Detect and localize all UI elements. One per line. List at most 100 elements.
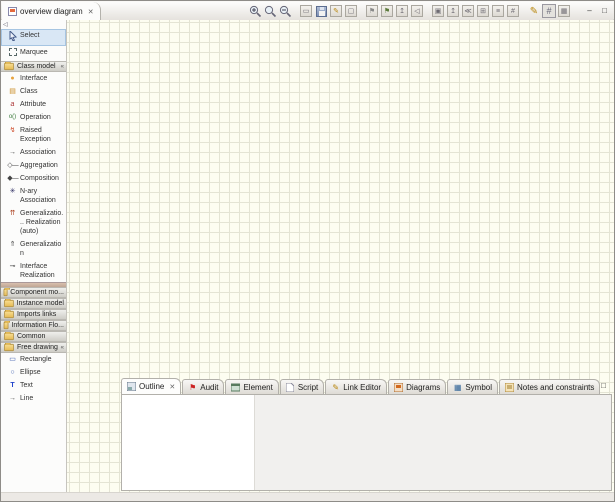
zoom-actual-button[interactable]	[263, 4, 277, 18]
grid-button[interactable]: #	[506, 4, 520, 18]
palette-tool-marquee[interactable]: Marquee	[1, 46, 66, 61]
magnifier-minus-icon	[279, 5, 292, 18]
symbol-icon: ▦	[453, 383, 462, 392]
close-icon[interactable]: ✕	[169, 383, 175, 391]
palette-item-rectangle[interactable]: ▭ Rectangle	[1, 353, 66, 366]
rectangle-icon: ▭	[7, 355, 18, 364]
magnifier-icon	[264, 5, 277, 18]
print-button[interactable]: ▭	[299, 4, 313, 18]
palette-item-class[interactable]: ▤ Class	[1, 85, 66, 98]
text-icon: T	[7, 381, 18, 390]
outline-view-content	[121, 394, 612, 491]
tab-outline[interactable]: Outline ✕	[121, 378, 181, 394]
palette-tool-select[interactable]: Select	[1, 29, 66, 46]
notes-icon	[505, 383, 514, 392]
palette-item-composition[interactable]: ◆― Composition	[1, 172, 66, 185]
folder-icon	[4, 311, 14, 318]
palette-section-label: Class model	[17, 63, 56, 70]
show-table-button[interactable]: ▦	[557, 4, 571, 18]
tab-symbol[interactable]: ▦ Symbol	[447, 379, 498, 394]
mask-button[interactable]: ▣	[431, 4, 445, 18]
folder-icon	[4, 344, 14, 351]
interface-icon: ●	[7, 74, 18, 83]
status-bar	[1, 492, 614, 501]
folder-icon	[4, 333, 14, 340]
owner-button[interactable]: ↥	[446, 4, 460, 18]
zoom-in-button[interactable]	[248, 4, 262, 18]
palette-section-free-drawing[interactable]: Free drawing «	[1, 342, 66, 353]
palette-item-interface[interactable]: ● Interface	[1, 72, 66, 85]
pencil-icon: ✎	[530, 6, 538, 17]
application-window: ↶ ↷ ✕ ▫ ▪ ↙ ✚ ▾ ↓ ✕ ≣ ↑ ▾ a ● ↘ ▦	[0, 0, 615, 502]
align-center-icon: ⊞	[477, 5, 489, 17]
link-editor-pencil-icon: ✎	[331, 383, 340, 392]
diagrams-icon	[394, 383, 403, 392]
interface-realization-icon: ⊸	[7, 262, 18, 271]
script-page-icon	[286, 383, 295, 392]
marquee-icon	[7, 48, 18, 59]
palette-item-ellipse[interactable]: ○ Ellipse	[1, 366, 66, 379]
diagram-editor: overview diagram ✕ ▭ ✎ ▢ ⚑ ⚑ ↥ ◁ ▣ ↥	[1, 1, 614, 356]
printer-icon: ▭	[300, 5, 312, 17]
palette-item-aggregation[interactable]: ◇― Aggregation	[1, 159, 66, 172]
folder-icon	[4, 63, 14, 70]
palette-item-operation[interactable]: o() Operation	[1, 111, 66, 124]
flag-button[interactable]: ⚑	[380, 4, 394, 18]
save-edit-icon: ✎	[330, 5, 342, 17]
paste-style-button[interactable]: ⚑	[365, 4, 379, 18]
palette-item-generalization-realization-auto[interactable]: ⇈ Generalizatio... Realization (auto)	[1, 207, 66, 238]
editor-tab-label: overview diagram	[20, 7, 83, 16]
palette-item-association[interactable]: → Association	[1, 146, 66, 159]
export-button[interactable]: ↥	[395, 4, 409, 18]
palette-section-class-model[interactable]: Class model «	[1, 61, 66, 72]
select-frame-button[interactable]: ▢	[344, 4, 358, 18]
tab-audit[interactable]: ⚑ Audit	[182, 379, 224, 394]
collapse-links-button[interactable]: ≪	[461, 4, 475, 18]
palette-item-interface-realization[interactable]: ⊸ Interface Realization	[1, 260, 66, 282]
palette-item-raised-exception[interactable]: ↯ Raised Exception	[1, 124, 66, 146]
distribute-button[interactable]: ≡	[491, 4, 505, 18]
snap-to-grid-toggle[interactable]: #	[542, 4, 556, 18]
palette-item-text[interactable]: T Text	[1, 379, 66, 392]
tab-script[interactable]: Script	[280, 379, 324, 394]
maximize-editor-button[interactable]: □	[599, 5, 610, 16]
announce-button[interactable]: ◁	[410, 4, 424, 18]
palette-section-common[interactable]: Common	[1, 331, 66, 342]
palette-section-information-flow[interactable]: Information Flo...	[1, 320, 66, 331]
palette-item-attribute[interactable]: a Attribute	[1, 98, 66, 111]
save-image-button[interactable]: ✎	[329, 4, 343, 18]
palette-collapse-row: ◁	[1, 20, 66, 29]
outline-thumbnail-area	[122, 395, 255, 490]
align-center-button[interactable]: ⊞	[476, 4, 490, 18]
generalization-realization-icon: ⇈	[7, 209, 18, 218]
attribute-icon: a	[7, 100, 18, 109]
palette-item-line[interactable]: → Line	[1, 392, 66, 405]
close-icon[interactable]: ✕	[88, 8, 94, 16]
zoom-out-button[interactable]	[278, 4, 292, 18]
edit-style-button[interactable]: ✎	[527, 4, 541, 18]
tab-element[interactable]: Element	[225, 379, 278, 394]
save-diagram-button[interactable]	[314, 4, 328, 18]
palette-section-instance-model[interactable]: Instance model	[1, 298, 66, 309]
palette-tool-label: Select	[20, 31, 65, 40]
save-icon	[316, 6, 327, 17]
minimize-editor-button[interactable]: –	[584, 5, 595, 16]
diagram-toolbar: ▭ ✎ ▢ ⚑ ⚑ ↥ ◁ ▣ ↥ ≪ ⊞ ≡ # ✎ # ▦	[248, 4, 571, 18]
arrow-up-icon: ↥	[396, 5, 408, 17]
palette-collapse-button[interactable]: ◁	[3, 22, 8, 28]
palette-item-nary-association[interactable]: ✳ N-ary Association	[1, 185, 66, 207]
minimize-bottom-panel-button[interactable]: –	[583, 380, 594, 391]
editor-tab-overview-diagram[interactable]: overview diagram ✕	[2, 2, 101, 21]
cursor-icon	[7, 31, 18, 44]
palette-section-component-model[interactable]: Component mo...	[1, 287, 66, 298]
tab-link-editor[interactable]: ✎ Link Editor	[325, 379, 387, 394]
maximize-bottom-panel-button[interactable]: □	[598, 380, 609, 391]
tab-diagrams[interactable]: Diagrams	[388, 379, 446, 394]
chevrons-icon: ≪	[462, 5, 474, 17]
association-icon: →	[7, 148, 18, 157]
generalization-icon: ⇑	[7, 240, 18, 249]
palette-item-generalization[interactable]: ⇑ Generalization	[1, 238, 66, 260]
box-icon: ▣	[432, 5, 444, 17]
aggregation-icon: ◇―	[7, 161, 18, 170]
palette-section-imports-links[interactable]: Imports links	[1, 309, 66, 320]
